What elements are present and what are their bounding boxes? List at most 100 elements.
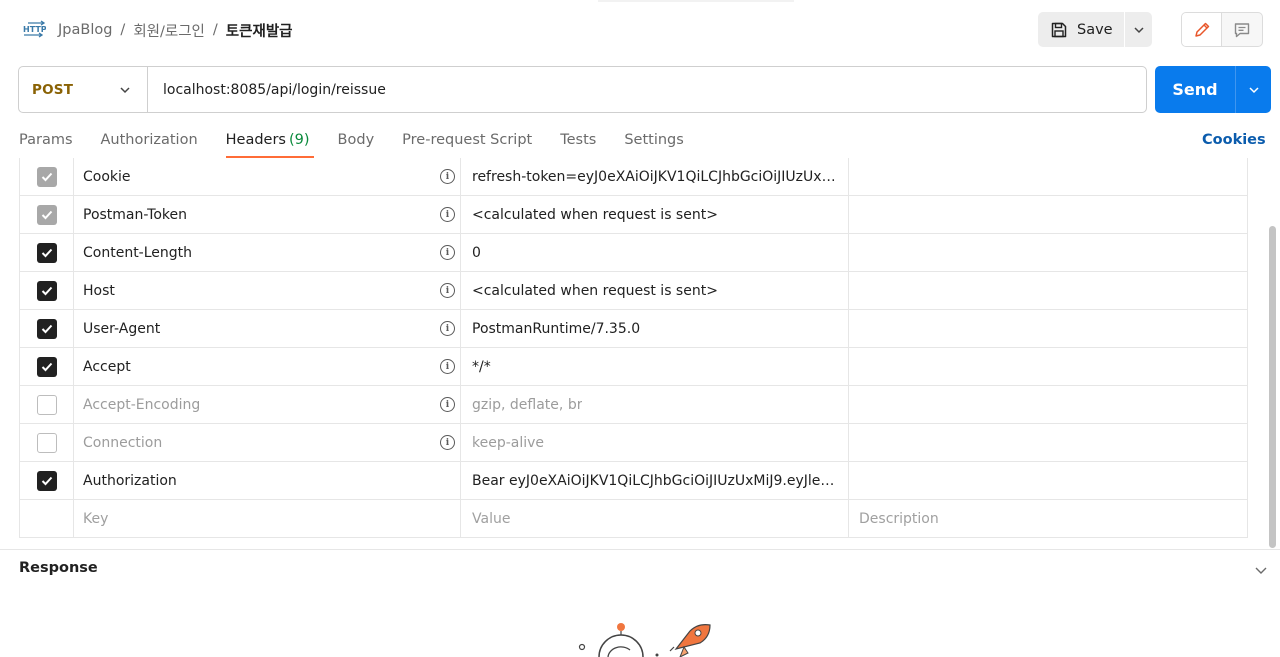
header-row: Accept-Encoding i gzip, deflate, br: [20, 386, 1247, 424]
info-icon[interactable]: i: [440, 207, 455, 222]
header-enable-cell: [20, 424, 74, 461]
header-description-cell[interactable]: [849, 158, 1247, 195]
info-icon[interactable]: i: [440, 321, 455, 336]
header-enable-cell: [20, 234, 74, 271]
tab-pre-request-script[interactable]: Pre-request Script: [402, 128, 532, 158]
comments-button[interactable]: [1222, 13, 1262, 46]
header-description-cell[interactable]: [849, 386, 1247, 423]
info-icon[interactable]: i: [440, 283, 455, 298]
breadcrumb-folder[interactable]: 회원/로그인: [133, 20, 205, 41]
header-key-cell[interactable]: Authorization: [74, 462, 461, 499]
header-key-cell[interactable]: Content-Length i: [74, 234, 461, 271]
header-value-cell[interactable]: <calculated when request is sent>: [461, 196, 849, 233]
save-options-dropdown[interactable]: [1125, 12, 1152, 47]
header-enable-checkbox[interactable]: [36, 470, 57, 491]
header-enable-checkbox[interactable]: [36, 432, 57, 453]
request-name[interactable]: 토큰재발급: [226, 20, 293, 41]
scrollbar-thumb[interactable]: [1269, 226, 1276, 548]
tab-tests[interactable]: Tests: [560, 128, 596, 158]
cookies-link[interactable]: Cookies: [1202, 128, 1266, 152]
tab-body[interactable]: Body: [338, 128, 375, 158]
info-icon[interactable]: i: [440, 245, 455, 260]
header-row: Content-Length i 0: [20, 234, 1247, 272]
header-value: keep-alive: [472, 434, 545, 451]
info-icon[interactable]: i: [440, 435, 455, 450]
header-description-cell[interactable]: [849, 272, 1247, 309]
header-key-cell[interactable]: Connection i: [74, 424, 461, 461]
new-header-key-input[interactable]: Key: [74, 500, 461, 537]
header-key: Cookie: [83, 168, 131, 185]
tab-label: Settings: [624, 132, 684, 148]
header-value: <calculated when request is sent>: [472, 206, 718, 223]
breadcrumb-separator: /: [212, 22, 218, 38]
header-value-cell[interactable]: */*: [461, 348, 849, 385]
header-key-cell[interactable]: User-Agent i: [74, 310, 461, 347]
header-row: Accept i */*: [20, 348, 1247, 386]
header-value-cell[interactable]: PostmanRuntime/7.35.0: [461, 310, 849, 347]
tab-label: Body: [337, 132, 375, 148]
headers-table: Cookie i refresh-token=eyJ0eXAiOiJKV1QiLCJ…: [19, 158, 1248, 538]
header-description-cell[interactable]: [849, 424, 1247, 461]
header-value-cell[interactable]: keep-alive: [461, 424, 849, 461]
header-description-cell[interactable]: [849, 462, 1247, 499]
url-input[interactable]: [148, 67, 1146, 112]
header-key-cell[interactable]: Host i: [74, 272, 461, 309]
http-icon: HTTP: [23, 20, 46, 38]
method-select[interactable]: POST: [19, 67, 148, 112]
save-label: Save: [1077, 21, 1113, 38]
tab-authorization[interactable]: Authorization: [101, 128, 198, 158]
header-enable-checkbox[interactable]: [36, 242, 57, 263]
header-key-cell[interactable]: Accept-Encoding i: [74, 386, 461, 423]
tab-settings[interactable]: Settings: [624, 128, 683, 158]
header-description-cell[interactable]: [849, 196, 1247, 233]
info-icon[interactable]: i: [440, 359, 455, 374]
request-tabs: Params Authorization Headers (9) Body Pre…: [19, 128, 712, 158]
header-key-cell[interactable]: Postman-Token i: [74, 196, 461, 233]
new-header-value-input[interactable]: Value: [461, 500, 849, 537]
edit-mode-button[interactable]: [1182, 13, 1222, 46]
chevron-down-icon: [1133, 26, 1144, 33]
headers-count: (9): [289, 132, 310, 148]
chevron-down-icon: [1248, 86, 1259, 93]
header-enable-checkbox: [36, 204, 57, 225]
header-enable-checkbox[interactable]: [36, 356, 57, 377]
header-description-cell[interactable]: [849, 234, 1247, 271]
request-header: HTTP JpaBlog / 회원/로그인 / 토큰재발급 Save: [0, 0, 1280, 60]
header-key: Accept: [83, 358, 131, 375]
header-enable-checkbox: [36, 166, 57, 187]
url-bar: POST: [18, 66, 1147, 113]
response-empty-illustration: [578, 623, 711, 657]
header-value-cell[interactable]: 0: [461, 234, 849, 271]
header-enable-checkbox[interactable]: [36, 318, 57, 339]
header-value-cell[interactable]: gzip, deflate, br: [461, 386, 849, 423]
new-header-description-input[interactable]: Description: [849, 500, 1247, 537]
header-value: Bear eyJ0eXAiOiJKV1QiLCJhbGciOiJIUzUxMiJ…: [472, 472, 842, 489]
header-key-cell[interactable]: Accept i: [74, 348, 461, 385]
collapse-response-icon[interactable]: [1253, 562, 1269, 578]
header-value-cell[interactable]: refresh-token=eyJ0eXAiOiJKV1QiLCJhbGciOi…: [461, 158, 849, 195]
header-description-cell[interactable]: [849, 348, 1247, 385]
header-enable-cell: [20, 500, 74, 537]
header-enable-checkbox[interactable]: [36, 280, 57, 301]
header-row: Host i <calculated when request is sent>: [20, 272, 1247, 310]
header-row: User-Agent i PostmanRuntime/7.35.0: [20, 310, 1247, 348]
tab-params[interactable]: Params: [19, 128, 73, 158]
header-key-cell[interactable]: Cookie i: [74, 158, 461, 195]
tab-label: Headers: [225, 132, 286, 148]
send-button[interactable]: Send: [1155, 66, 1235, 113]
breadcrumb-separator: /: [120, 22, 126, 38]
breadcrumb-collection[interactable]: JpaBlog: [58, 22, 112, 38]
info-icon[interactable]: i: [440, 397, 455, 412]
header-key: Content-Length: [83, 244, 193, 261]
header-enable-checkbox[interactable]: [36, 394, 57, 415]
header-value-cell[interactable]: <calculated when request is sent>: [461, 272, 849, 309]
pencil-icon: [1194, 22, 1209, 37]
save-button[interactable]: Save: [1038, 12, 1124, 47]
send-options-dropdown[interactable]: [1236, 66, 1271, 113]
header-enable-cell: [20, 310, 74, 347]
header-value-cell[interactable]: Bear eyJ0eXAiOiJKV1QiLCJhbGciOiJIUzUxMiJ…: [461, 462, 849, 499]
header-value: PostmanRuntime/7.35.0: [472, 320, 641, 337]
tab-headers[interactable]: Headers (9): [225, 128, 314, 158]
header-description-cell[interactable]: [849, 310, 1247, 347]
info-icon[interactable]: i: [440, 169, 455, 184]
